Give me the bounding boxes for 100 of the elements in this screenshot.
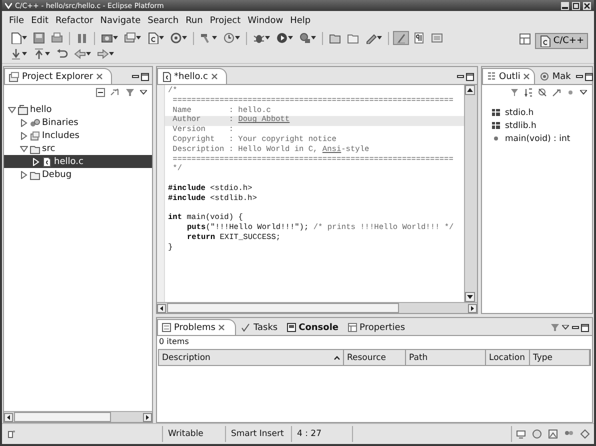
tree-item[interactable]: hello.c (4, 155, 152, 168)
c-file-icon (539, 35, 552, 47)
filter-icon[interactable] (510, 88, 519, 97)
forward-arrow-icon (97, 48, 109, 60)
view-tab[interactable]: Mak (535, 68, 576, 84)
scroll-right-icon[interactable] (468, 304, 477, 312)
toolbar-button[interactable] (122, 31, 143, 45)
caret-icon (86, 52, 91, 56)
scroll-down-icon[interactable] (465, 292, 475, 302)
column-header[interactable]: Type (530, 350, 590, 365)
toolbar-button[interactable] (221, 31, 242, 45)
caret-icon (288, 36, 293, 40)
window-menu-icon[interactable] (5, 2, 12, 8)
close-icon[interactable] (218, 324, 226, 331)
scroll-left-icon[interactable] (4, 412, 13, 422)
target-icon (540, 72, 550, 81)
view-tab[interactable]: Outli (482, 68, 536, 84)
tree-item[interactable]: Binaries (4, 116, 152, 129)
column-header[interactable]: Description (159, 350, 344, 365)
close-icon[interactable] (523, 73, 530, 80)
toolbar-button[interactable] (274, 31, 295, 45)
includes-icon (30, 130, 40, 140)
monitor-icon[interactable] (516, 429, 526, 439)
open-perspective-icon[interactable] (519, 33, 532, 45)
toolbar-button[interactable] (72, 47, 93, 61)
tree-item[interactable]: hello (4, 103, 152, 116)
vertical-scrollbar[interactable] (464, 85, 477, 302)
save-icon (33, 32, 45, 44)
close-icon[interactable] (210, 73, 218, 80)
caret-icon (22, 52, 27, 56)
menu-item[interactable]: Edit (28, 14, 52, 28)
panel-icon (431, 32, 443, 44)
tree-item[interactable]: src (4, 142, 152, 155)
caret-icon (311, 36, 316, 40)
minimize-icon[interactable] (572, 324, 579, 331)
collapse-all-icon[interactable] (96, 88, 105, 97)
maximize-icon[interactable] (584, 72, 593, 80)
folders-icon (9, 72, 19, 82)
minimize-icon[interactable] (576, 73, 583, 80)
minimize-icon[interactable] (561, 2, 569, 10)
horizontal-scrollbar[interactable] (157, 302, 477, 313)
columns-icon (76, 32, 88, 44)
folders-icon (124, 32, 136, 44)
dot-icon[interactable] (566, 88, 575, 97)
back-arrow-icon (74, 48, 86, 60)
maximize-icon[interactable] (141, 72, 149, 80)
menu-item[interactable]: File (6, 14, 28, 28)
collapse-icon[interactable] (8, 106, 16, 114)
minimize-icon[interactable] (457, 73, 464, 80)
column-header[interactable]: Resource (344, 350, 406, 365)
menu-item[interactable]: Project (206, 14, 244, 28)
tree-item[interactable]: Debug (4, 168, 152, 181)
maximize-icon[interactable] (572, 2, 580, 10)
menu-item[interactable]: Navigate (97, 14, 144, 28)
view-tab[interactable]: Problems (157, 319, 236, 335)
view-tab[interactable]: Console (282, 319, 343, 335)
menu-item[interactable]: Search (144, 14, 182, 28)
view-menu-icon[interactable] (562, 325, 569, 330)
close-icon[interactable] (96, 73, 104, 80)
minimize-icon[interactable] (132, 73, 139, 80)
down-arrow-icon (10, 48, 22, 60)
menu-item[interactable]: Run (182, 14, 206, 28)
sort-icon[interactable] (524, 88, 533, 97)
column-header[interactable]: Path (406, 350, 486, 365)
include-icon (492, 109, 500, 116)
editor-tab[interactable]: *hello.c (157, 68, 227, 84)
binaries-icon (30, 118, 40, 128)
status-field: Smart Insert (225, 426, 291, 442)
view-tab[interactable]: Properties (342, 319, 410, 335)
toolbar-button[interactable] (297, 31, 318, 45)
close-icon[interactable] (583, 2, 591, 10)
image-icon[interactable] (548, 429, 558, 439)
menu-item[interactable]: Help (287, 14, 314, 28)
horizontal-scrollbar[interactable] (4, 411, 152, 422)
tree-item[interactable]: Includes (4, 129, 152, 142)
view-tab[interactable]: Project Explorer (4, 68, 112, 84)
scroll-up-icon[interactable] (465, 85, 475, 95)
outline-item[interactable]: stdio.h (492, 106, 592, 119)
toolbar-button[interactable] (95, 47, 116, 61)
scroll-left-icon[interactable] (157, 304, 166, 312)
menu-item[interactable]: Window (244, 14, 286, 28)
scroll-right-icon[interactable] (143, 412, 152, 422)
view-menu-icon[interactable] (140, 90, 147, 95)
menu-item[interactable]: Refactor (52, 14, 96, 28)
toolbar-button[interactable] (198, 31, 219, 45)
fast-view-icon[interactable] (7, 430, 15, 438)
maximize-icon[interactable] (466, 72, 474, 80)
outline-item[interactable]: main(void) : int (492, 132, 592, 145)
caret-icon (377, 36, 382, 40)
view-tab[interactable]: Tasks (236, 319, 282, 335)
maximize-icon[interactable] (581, 324, 589, 332)
toolbar-button[interactable] (168, 31, 189, 45)
column-header[interactable]: Location (486, 350, 530, 365)
view-menu-icon[interactable] (580, 90, 587, 95)
collapse-icon[interactable] (20, 144, 28, 152)
outline-item[interactable]: stdlib.h (492, 119, 592, 132)
diamond-icon[interactable] (580, 429, 590, 439)
filter-icon[interactable] (125, 88, 135, 97)
perspective-button[interactable]: C/C++ (535, 33, 588, 49)
check-icon (241, 323, 250, 332)
